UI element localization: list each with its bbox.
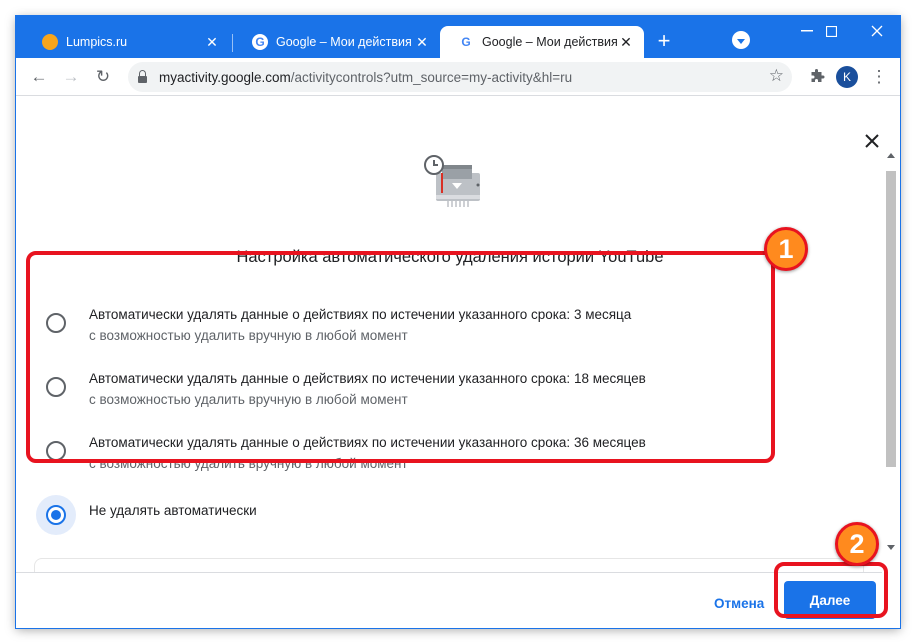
reload-button[interactable]: ↻ <box>90 64 116 90</box>
lumpics-icon <box>42 34 58 50</box>
tab-title: Lumpics.ru <box>66 35 128 49</box>
dialog-close-button[interactable] <box>862 131 882 151</box>
tab-strip: Lumpics.ru ✕ G Google – Мои действия ✕ G… <box>16 16 900 58</box>
step-badge-2: 2 <box>835 522 879 566</box>
google-icon: G <box>252 34 268 50</box>
highlight-options-box <box>26 251 775 463</box>
close-tab-icon[interactable]: ✕ <box>414 34 430 50</box>
step-badge-1: 1 <box>764 227 808 271</box>
close-tab-icon[interactable]: ✕ <box>204 34 220 50</box>
scroll-thumb[interactable] <box>886 171 896 467</box>
cancel-button[interactable]: Отмена <box>708 588 770 618</box>
tab-title: Google – Мои действия <box>482 35 618 49</box>
extensions-button[interactable] <box>804 64 830 90</box>
close-tab-icon[interactable]: ✕ <box>618 34 634 50</box>
new-tab-button[interactable]: + <box>652 28 676 53</box>
google-icon: G <box>458 34 474 50</box>
browser-toolbar: ← → ↻ myactivity.google.com/activitycont… <box>16 58 900 96</box>
maximize-icon <box>825 25 837 37</box>
url-text: myactivity.google.com/activitycontrols?u… <box>159 70 572 85</box>
scroll-up-icon[interactable] <box>887 153 895 158</box>
auto-delete-illustration <box>424 155 480 207</box>
tab-title: Google – Мои действия <box>276 35 412 49</box>
address-bar[interactable]: myactivity.google.com/activitycontrols?u… <box>128 62 792 92</box>
forward-button[interactable]: → <box>58 64 84 90</box>
url-host: myactivity.google.com <box>159 69 291 85</box>
lock-icon[interactable] <box>138 70 147 83</box>
scrollbar[interactable] <box>882 153 900 561</box>
url-path: /activitycontrols?utm_source=my-activity… <box>290 69 573 85</box>
profile-avatar[interactable]: K <box>836 66 858 88</box>
window-close-button[interactable] <box>854 16 900 46</box>
tab-separator <box>232 34 233 52</box>
puzzle-icon <box>811 69 825 82</box>
tab-google-activity-1[interactable]: G Google – Мои действия ✕ <box>234 26 440 58</box>
radio-no-auto-delete[interactable] <box>46 505 66 525</box>
scroll-down-icon[interactable] <box>887 545 895 550</box>
close-icon <box>871 25 883 37</box>
dialog-footer: Отмена Далее <box>16 572 882 628</box>
highlight-next-button <box>774 562 888 618</box>
browser-menu-button[interactable]: ⋮ <box>866 64 892 90</box>
tab-search-icon[interactable] <box>732 31 750 49</box>
option-no-auto-delete-label[interactable]: Не удалять автоматически <box>89 503 257 518</box>
back-button[interactable]: ← <box>26 64 52 90</box>
close-icon <box>865 134 879 148</box>
tab-google-activity-2[interactable]: G Google – Мои действия ✕ <box>440 26 644 58</box>
maximize-button[interactable] <box>808 16 854 46</box>
tab-lumpics[interactable]: Lumpics.ru ✕ <box>24 26 230 58</box>
bookmark-star-icon[interactable]: ☆ <box>769 66 784 86</box>
